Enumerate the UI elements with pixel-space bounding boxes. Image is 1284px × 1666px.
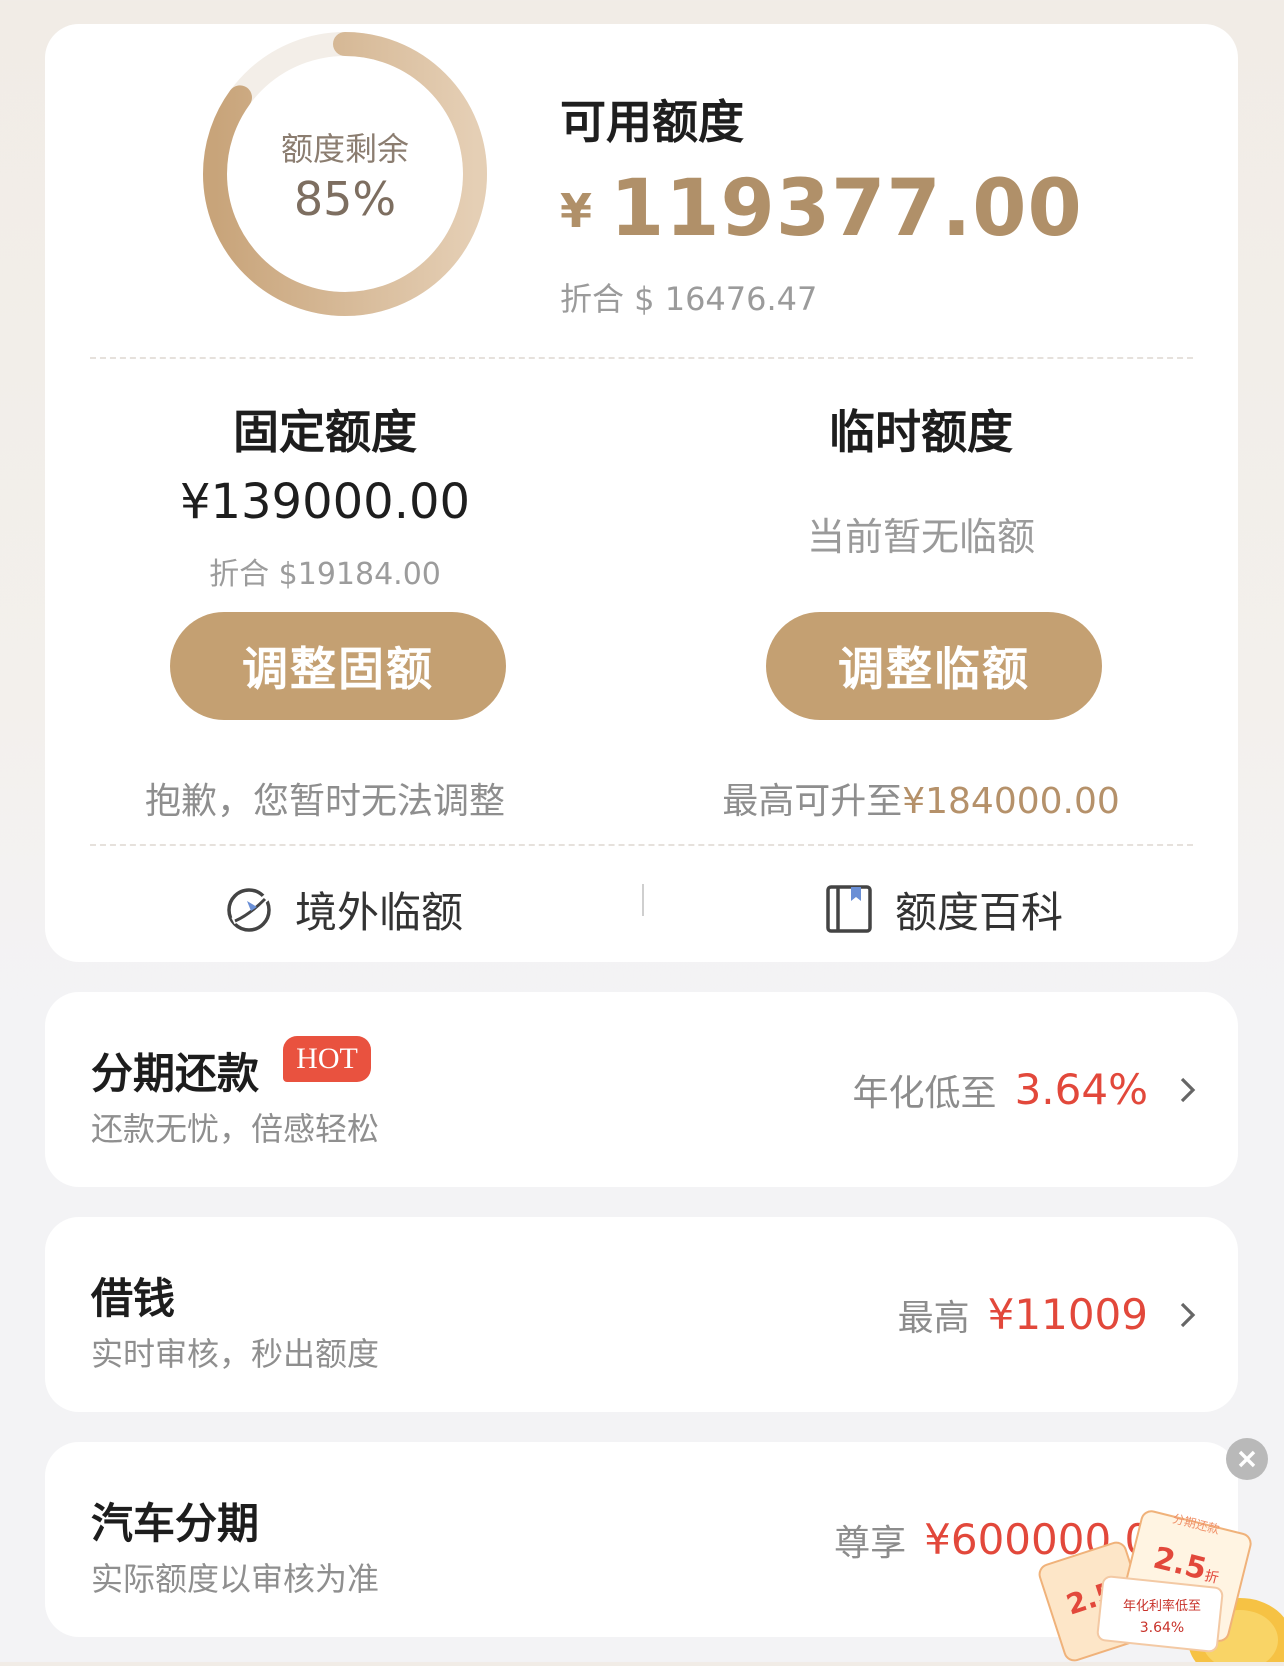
service-highlight-label: 最高 (897, 1297, 970, 1339)
service-subtitle: 还款无忧，倍感轻松 (91, 1110, 380, 1148)
service-highlight: 年化低至 3.64% (853, 992, 1148, 1187)
divider (90, 844, 1193, 846)
limit-wiki-label: 额度百科 (895, 887, 1064, 937)
service-title: 借钱 (91, 1274, 176, 1323)
fixed-limit-usd: 折合 $19184.00 (209, 557, 441, 592)
limit-wiki-link[interactable]: 额度百科 (823, 874, 1063, 944)
service-highlight: 最高 ¥11009 (898, 1217, 1148, 1412)
temp-note-value: ¥184000.00 (902, 781, 1120, 822)
fixed-limit-amount: ¥139000.00 (179, 474, 471, 530)
promo-graphic: 2.5 分期还款 2.5 折 年化利率低至 3.64% (1038, 1510, 1284, 1666)
temp-limit-section: 临时额度 当前暂无临额 调整临额 最高可升至¥184000.00 (641, 24, 1201, 822)
promo-rate-value: 3.64% (1140, 1620, 1184, 1636)
chevron-right-icon (1178, 1217, 1198, 1412)
credit-limit-card: 额度剩余 85% 可用额度 ¥119377.00 折合 $ 16476.47 固… (45, 24, 1238, 962)
link-separator (642, 884, 644, 916)
borrow-card[interactable]: 借钱 实时审核，秒出额度 最高 ¥11009 (45, 1217, 1238, 1412)
plane-globe-icon (227, 888, 271, 932)
service-title: 分期还款 (91, 1049, 260, 1098)
temp-limit-title: 临时额度 (829, 405, 1013, 459)
service-subtitle: 实际额度以审核为准 (91, 1560, 380, 1598)
service-highlight-value: ¥11009 (987, 1290, 1148, 1339)
chevron-right-icon (1178, 992, 1198, 1187)
book-icon (826, 885, 872, 933)
adjust-temp-button[interactable]: 调整临额 (766, 612, 1102, 720)
service-title: 汽车分期 (91, 1499, 260, 1548)
temp-note-prefix: 最高可升至 (722, 781, 903, 822)
service-highlight-label: 年化低至 (852, 1072, 997, 1114)
temp-limit-note: 最高可升至¥184000.00 (641, 772, 1201, 824)
fixed-limit-section: 固定额度 ¥139000.00 折合 $19184.00 调整固额 抱歉，您暂时… (45, 24, 605, 822)
service-highlight-label: 尊享 (834, 1522, 907, 1564)
temp-limit-status: 当前暂无临额 (806, 515, 1035, 559)
service-highlight-value: 3.64% (1014, 1065, 1148, 1114)
close-icon (1238, 1450, 1256, 1468)
hot-badge: HOT (283, 1036, 371, 1082)
promo-float-banner[interactable]: 2.5 分期还款 2.5 折 年化利率低至 3.64% (1030, 1510, 1284, 1666)
adjust-fixed-button[interactable]: 调整固额 (170, 612, 506, 720)
overseas-temp-label: 境外临额 (295, 887, 464, 937)
fixed-limit-note: 抱歉，您暂时无法调整 (144, 781, 505, 822)
fixed-limit-title: 固定额度 (233, 405, 417, 459)
close-promo-button[interactable] (1226, 1438, 1268, 1480)
promo-rate-label: 年化利率低至 (1123, 1598, 1201, 1614)
service-subtitle: 实时审核，秒出额度 (91, 1335, 380, 1373)
overseas-temp-link[interactable]: 境外临额 (223, 874, 463, 944)
installment-card[interactable]: 分期还款 HOT 还款无忧，倍感轻松 年化低至 3.64% (45, 992, 1238, 1187)
